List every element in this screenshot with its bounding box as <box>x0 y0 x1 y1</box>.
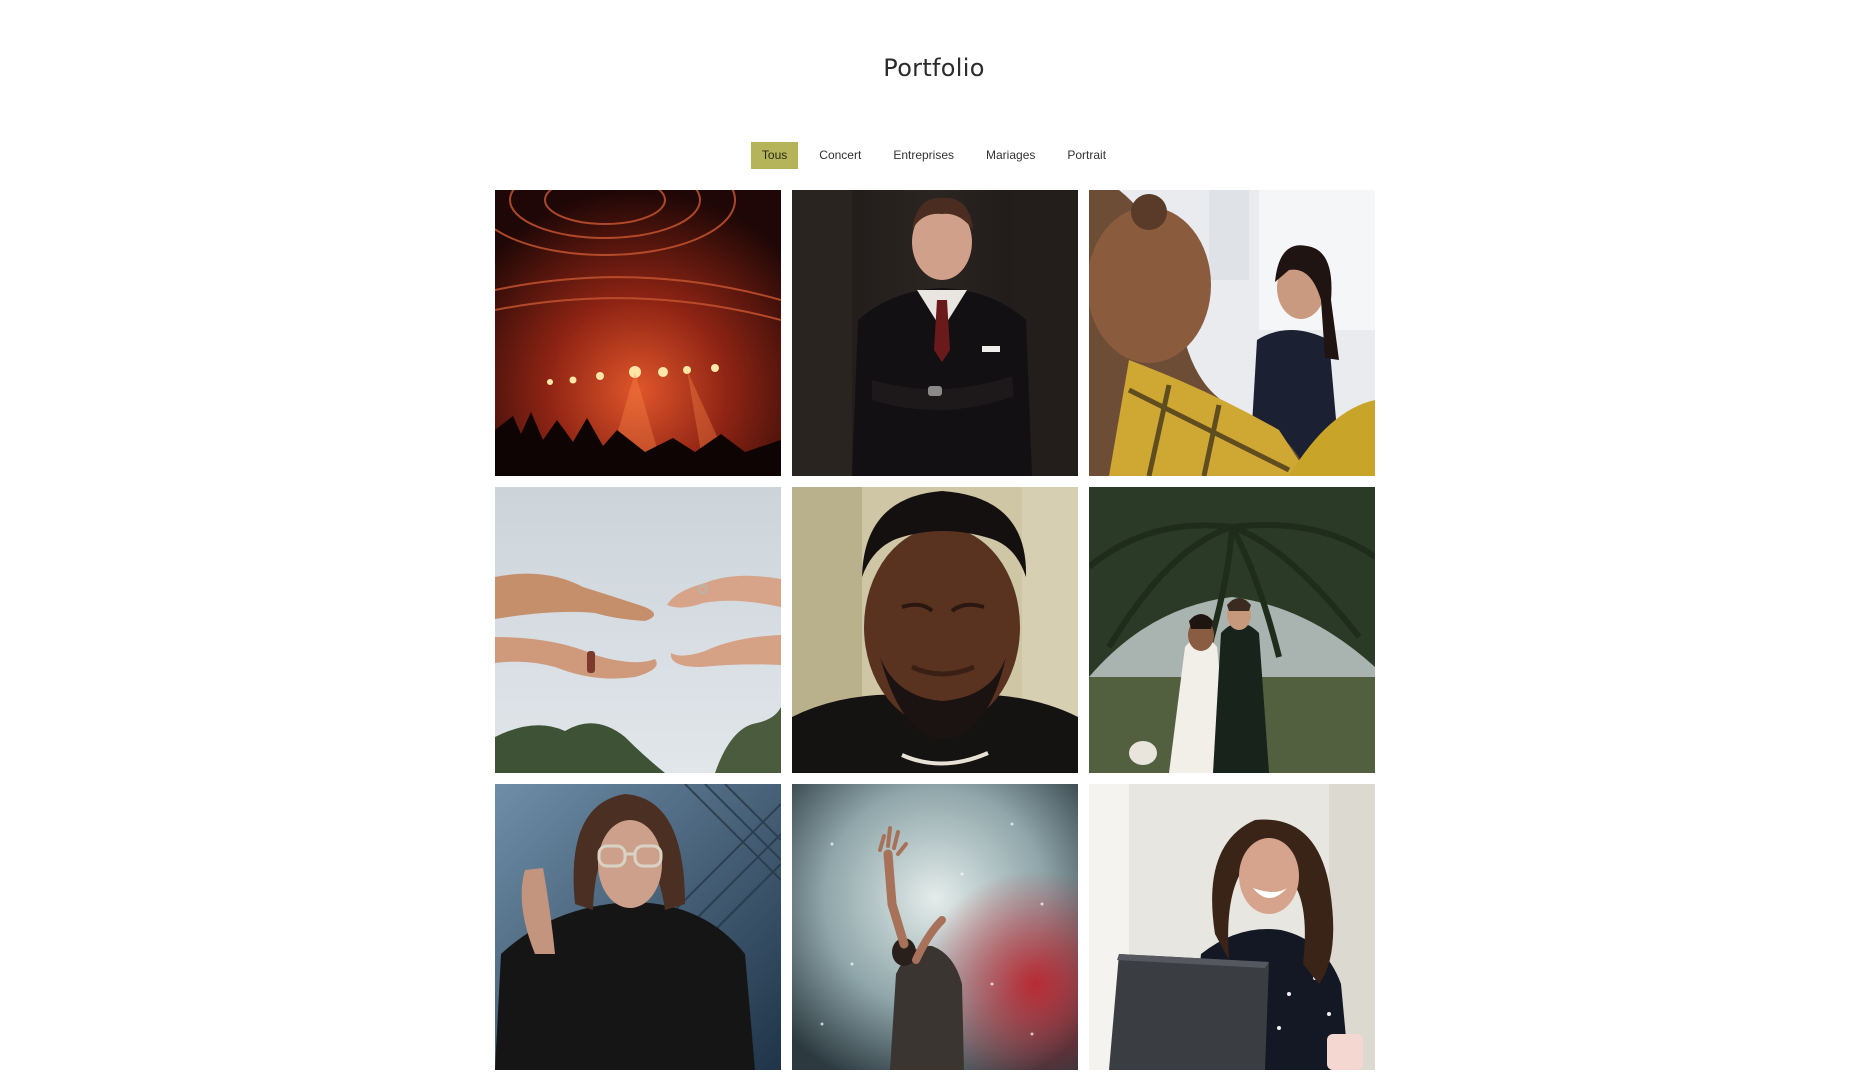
portfolio-gallery <box>495 190 1375 1070</box>
gallery-item-woman-laptop[interactable] <box>1089 784 1375 1070</box>
gallery-item-man-portrait[interactable] <box>792 487 1078 773</box>
woman-laptop-image <box>1089 784 1375 1070</box>
wedding-hands-image <box>495 487 781 773</box>
woman-glasses-image <box>495 784 781 1070</box>
filter-concert-button[interactable]: Concert <box>808 142 872 169</box>
man-portrait-image <box>792 487 1078 773</box>
gallery-item-businessman[interactable] <box>792 190 1078 476</box>
singer-smoke-image <box>792 784 1078 1070</box>
filter-mariages-button[interactable]: Mariages <box>975 142 1046 169</box>
businessman-image <box>792 190 1078 476</box>
gallery-item-wedding-couple[interactable] <box>1089 487 1375 773</box>
portfolio-filter-bar: Tous Concert Entreprises Mariages Portra… <box>0 142 1868 169</box>
gallery-item-wedding-hands[interactable] <box>495 487 781 773</box>
office-meeting-image <box>1089 190 1375 476</box>
gallery-item-woman-glasses[interactable] <box>495 784 781 1070</box>
gallery-item-singer-smoke[interactable] <box>792 784 1078 1070</box>
portfolio-page: Portfolio Tous Concert Entreprises Maria… <box>0 0 1868 1080</box>
filter-tous-button[interactable]: Tous <box>750 142 799 169</box>
wedding-couple-image <box>1089 487 1375 773</box>
filter-portrait-button[interactable]: Portrait <box>1056 142 1117 169</box>
filter-entreprises-button[interactable]: Entreprises <box>882 142 965 169</box>
page-title: Portfolio <box>883 54 985 83</box>
gallery-item-concert-stage[interactable] <box>495 190 781 476</box>
gallery-item-office-meeting[interactable] <box>1089 190 1375 476</box>
concert-stage-image <box>495 190 781 476</box>
